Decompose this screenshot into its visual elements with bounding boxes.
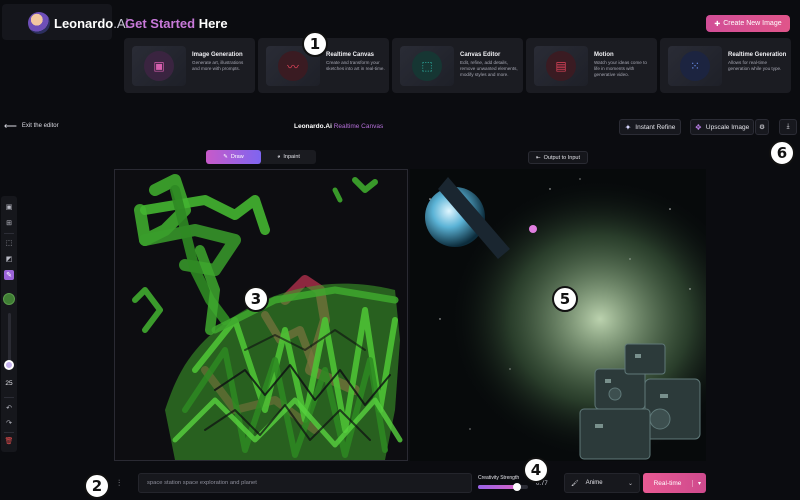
brand-logo[interactable]: Leonardo.Ai xyxy=(2,4,128,40)
grid-icon[interactable]: ⊞ xyxy=(4,218,14,228)
card-art: ▣ xyxy=(132,46,186,86)
card-image-generation[interactable]: ▣ Image Generation Generate art, illustr… xyxy=(124,38,255,93)
sketch-strokes xyxy=(132,174,403,460)
creativity-strength-label: Creativity Strength xyxy=(478,475,520,481)
annotation-badge: 3 xyxy=(243,286,269,312)
upscale-image-button[interactable]: ❖ Upscale Image xyxy=(690,119,754,135)
card-realtime-generation[interactable]: ⁙ Realtime Generation Allows for real-ti… xyxy=(660,38,791,93)
card-title: Realtime Canvas xyxy=(326,52,375,58)
download-button[interactable]: ⤓ xyxy=(779,119,797,135)
card-description: Generate art, illustrations and more wit… xyxy=(192,60,244,71)
caret-down-icon[interactable]: ▾ xyxy=(692,479,706,487)
style-dropdown-value: Anime xyxy=(585,480,603,486)
brush-size-slider-knob[interactable] xyxy=(4,360,14,370)
card-motion[interactable]: ▤ Motion Watch your ideas come to life i… xyxy=(526,38,657,93)
creativity-strength-fill xyxy=(478,485,517,489)
card-description: Allows for real-time generation while yo… xyxy=(728,60,782,71)
annotation-badge: 6 xyxy=(769,140,795,166)
brush-icon: 〰 xyxy=(278,51,308,81)
sliders-icon[interactable]: ⫶ xyxy=(118,478,120,489)
page-title-highlight: Get Started xyxy=(125,16,196,31)
brush-size-value: 25 xyxy=(5,380,13,387)
output-to-input-label: Output to Input xyxy=(543,154,580,161)
inpaint-mode-label: Inpaint xyxy=(283,154,300,160)
editor-title-sub: Realtime Canvas xyxy=(331,123,384,130)
plus-icon: ✚ xyxy=(714,20,721,28)
instant-refine-label: Instant Refine xyxy=(635,123,676,131)
brush-style-icon: 🖌 xyxy=(571,480,579,487)
card-description: Create and transform your sketches into … xyxy=(326,60,385,71)
output-to-input-button[interactable]: ⇤ Output to Input xyxy=(528,151,588,164)
image-upload-icon[interactable]: ▣ xyxy=(4,202,14,212)
annotation-badge: 2 xyxy=(84,473,110,499)
palette-icon: ◕ xyxy=(277,154,281,160)
toolbar-divider xyxy=(4,397,14,398)
annotation-badge: 4 xyxy=(523,457,549,483)
exit-editor-button[interactable]: ⟵ Exit the editor xyxy=(4,121,59,131)
realtime-label: Real-time xyxy=(653,479,682,487)
toolbar-divider xyxy=(4,432,14,433)
exit-editor-label: Exit the editor xyxy=(21,123,59,129)
realtime-generate-button[interactable]: Real-time ▾ xyxy=(643,473,706,493)
trash-icon[interactable]: 🗑 xyxy=(4,436,14,446)
canvas-icon: ⬚ xyxy=(412,51,442,81)
chevron-down-icon: ⌄ xyxy=(627,480,633,487)
feature-cards: ▣ Image Generation Generate art, illustr… xyxy=(124,38,791,93)
create-new-image-label: Create New Image xyxy=(723,20,782,27)
canvas-toolbar: ▣ ⊞ ⬚ ◩ ✎ 25 ↶ ↷ 🗑 xyxy=(1,196,17,452)
transfer-icon: ⇤ xyxy=(536,154,541,161)
download-icon: ⤓ xyxy=(786,123,790,130)
draw-mode-tab[interactable]: ✎ Draw xyxy=(206,150,261,164)
image-icon: ▣ xyxy=(144,51,174,81)
gear-icon: ⚙ xyxy=(759,124,765,131)
toolbar-divider xyxy=(4,233,14,234)
instant-refine-button[interactable]: ✦ Instant Refine xyxy=(619,119,681,135)
prompt-input[interactable]: space station space exploration and plan… xyxy=(138,473,472,493)
editor-title: Leonardo.Ai Realtime Canvas xyxy=(294,123,383,130)
output-canvas[interactable] xyxy=(410,169,706,461)
output-render xyxy=(410,169,706,461)
annotation-badge: 1 xyxy=(302,31,328,57)
film-icon: ▤ xyxy=(546,51,576,81)
page-title-rest: Here xyxy=(195,16,228,31)
pencil-icon: ✎ xyxy=(223,154,228,160)
card-art: ⬚ xyxy=(400,46,454,86)
undo-icon[interactable]: ↶ xyxy=(4,403,14,413)
card-title: Canvas Editor xyxy=(460,52,501,58)
card-canvas-editor[interactable]: ⬚ Canvas Editor Edit, refine, add detail… xyxy=(392,38,523,93)
upscale-icon: ❖ xyxy=(694,122,702,132)
grid-dots-icon: ⁙ xyxy=(680,51,710,81)
annotation-badge: 5 xyxy=(552,286,578,312)
redo-icon[interactable]: ↷ xyxy=(4,418,14,428)
select-icon[interactable]: ⬚ xyxy=(4,238,14,248)
style-dropdown[interactable]: 🖌 Anime ⌄ xyxy=(564,473,640,493)
brush-tool-icon[interactable]: ✎ xyxy=(4,270,14,280)
create-new-image-button[interactable]: ✚ Create New Image xyxy=(706,15,790,32)
editor-title-main: Leonardo.Ai xyxy=(294,123,332,130)
brand-name: Leonardo.Ai xyxy=(54,16,129,31)
card-art: ▤ xyxy=(534,46,588,86)
card-title: Motion xyxy=(594,52,614,58)
sparkle-icon: ✦ xyxy=(624,122,632,132)
card-art: ⁙ xyxy=(668,46,722,86)
mode-toggle: ✎ Draw ◕ Inpaint xyxy=(206,150,316,164)
creativity-strength-knob[interactable] xyxy=(512,483,521,491)
inpaint-mode-tab[interactable]: ◕ Inpaint xyxy=(261,150,316,164)
draw-mode-label: Draw xyxy=(230,154,244,160)
card-title: Realtime Generation xyxy=(728,52,787,58)
page-title: Get Started Here xyxy=(125,16,228,31)
card-description: Watch your ideas come to life in moments… xyxy=(594,60,647,77)
arrow-left-icon: ⟵ xyxy=(4,121,17,131)
upscale-label: Upscale Image xyxy=(705,123,750,131)
upscale-settings-button[interactable]: ⚙ xyxy=(755,119,769,135)
brand-avatar-icon xyxy=(28,12,50,34)
eraser-icon[interactable]: ◩ xyxy=(4,254,14,264)
card-description: Edit, refine, add details, remove unwant… xyxy=(460,60,518,77)
card-title: Image Generation xyxy=(192,52,243,58)
creativity-strength-slider[interactable] xyxy=(478,485,528,489)
sketch-canvas[interactable] xyxy=(114,169,408,461)
brush-color-swatch[interactable] xyxy=(3,293,15,305)
